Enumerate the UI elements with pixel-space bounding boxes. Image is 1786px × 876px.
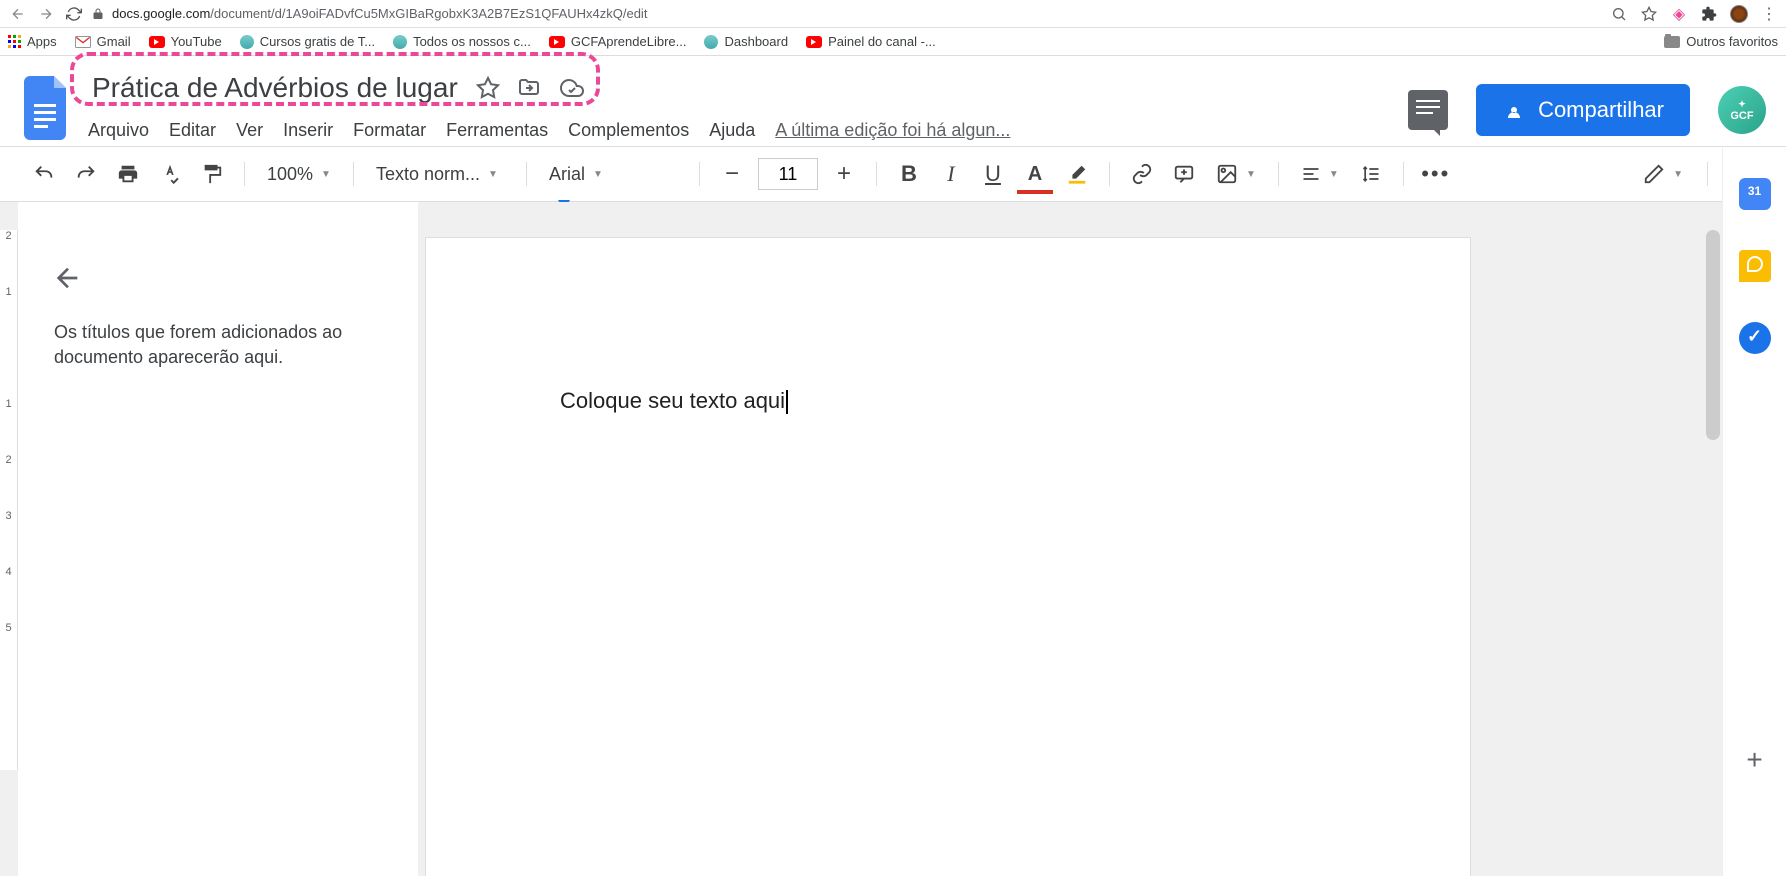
spellcheck-icon[interactable]	[154, 158, 186, 190]
youtube-icon	[549, 36, 565, 48]
docs-header: Prática de Advérbios de lugar Arquivo Ed…	[0, 56, 1786, 146]
gcf-bookmark[interactable]: GCFAprendeLibre...	[549, 34, 687, 49]
more-icon[interactable]: •••	[1420, 158, 1452, 190]
account-avatar[interactable]: ✦ GCF	[1718, 86, 1766, 134]
redo-icon[interactable]	[70, 158, 102, 190]
extension-icon[interactable]: ◈	[1670, 5, 1688, 23]
menu-formatar[interactable]: Formatar	[353, 118, 426, 143]
bold-icon[interactable]: B	[893, 158, 925, 190]
reload-icon[interactable]	[64, 4, 84, 24]
calendar-icon[interactable]	[1739, 178, 1771, 210]
print-icon[interactable]	[112, 158, 144, 190]
document-area: Os títulos que forem adicionados ao docu…	[0, 202, 1722, 876]
apps-grid-icon	[8, 35, 21, 48]
star-icon[interactable]	[1640, 5, 1658, 23]
back-icon[interactable]	[8, 4, 28, 24]
side-panel: +	[1722, 148, 1786, 876]
dashboard-bookmark[interactable]: Dashboard	[704, 34, 788, 49]
paint-format-icon[interactable]	[196, 158, 228, 190]
menu-complementos[interactable]: Complementos	[568, 118, 689, 143]
outros-favoritos-bookmark[interactable]: Outros favoritos	[1664, 34, 1778, 49]
vertical-ruler[interactable]: 2 1 1 2 3 4 5	[0, 230, 18, 770]
formatting-toolbar: 100%▼ Texto norm...▼ Arial▼ − 11 + B I U…	[0, 146, 1786, 202]
undo-icon[interactable]	[28, 158, 60, 190]
puzzle-icon[interactable]	[1700, 5, 1718, 23]
menu-arquivo[interactable]: Arquivo	[88, 118, 149, 143]
menu-inserir[interactable]: Inserir	[283, 118, 333, 143]
document-page[interactable]: Coloque seu texto aqui	[426, 238, 1470, 876]
gmail-icon	[75, 36, 91, 48]
comments-icon[interactable]	[1408, 90, 1448, 130]
lock-icon	[92, 7, 104, 21]
vertical-scrollbar[interactable]	[1706, 230, 1720, 440]
tasks-icon[interactable]	[1739, 322, 1771, 354]
share-button-label: Compartilhar	[1538, 97, 1664, 123]
editing-mode-dropdown[interactable]: ▼	[1637, 163, 1689, 185]
gmail-bookmark[interactable]: Gmail	[75, 34, 131, 49]
globe-icon	[393, 35, 407, 49]
outline-panel: Os títulos que forem adicionados ao docu…	[18, 202, 418, 876]
italic-icon[interactable]: I	[935, 158, 967, 190]
star-icon[interactable]	[476, 76, 500, 100]
last-edit-link[interactable]: A última edição foi há algun...	[775, 118, 1010, 143]
youtube-icon	[806, 36, 822, 48]
share-button[interactable]: Compartilhar	[1476, 84, 1690, 136]
forward-icon[interactable]	[36, 4, 56, 24]
profile-avatar[interactable]	[1730, 5, 1748, 23]
highlight-icon[interactable]	[1061, 158, 1093, 190]
increase-font-icon[interactable]: +	[828, 158, 860, 190]
document-body-text[interactable]: Coloque seu texto aqui	[560, 388, 788, 413]
cursos-bookmark[interactable]: Cursos gratis de T...	[240, 34, 375, 49]
style-dropdown[interactable]: Texto norm...▼	[370, 164, 510, 185]
add-addon-icon[interactable]: +	[1746, 744, 1762, 776]
globe-icon	[240, 35, 254, 49]
outline-placeholder-text: Os títulos que forem adicionados ao docu…	[54, 320, 384, 370]
menu-ferramentas[interactable]: Ferramentas	[446, 118, 548, 143]
outline-back-icon[interactable]	[48, 258, 88, 298]
painel-bookmark[interactable]: Painel do canal -...	[806, 34, 936, 49]
zoom-icon[interactable]	[1610, 5, 1628, 23]
comment-icon[interactable]	[1168, 158, 1200, 190]
cloud-saved-icon[interactable]	[558, 76, 586, 100]
keep-icon[interactable]	[1739, 250, 1771, 282]
font-dropdown[interactable]: Arial▼	[543, 164, 683, 185]
folder-icon	[1664, 36, 1680, 48]
bookmarks-bar: Apps Gmail YouTube Cursos gratis de T...…	[0, 28, 1786, 56]
line-spacing-dropdown[interactable]	[1355, 164, 1387, 184]
youtube-bookmark[interactable]: YouTube	[149, 34, 222, 49]
docs-logo-icon[interactable]	[24, 76, 72, 140]
menu-ajuda[interactable]: Ajuda	[709, 118, 755, 143]
kebab-menu-icon[interactable]: ⋮	[1760, 5, 1778, 23]
menu-editar[interactable]: Editar	[169, 118, 216, 143]
align-dropdown[interactable]: ▼	[1295, 164, 1345, 184]
youtube-icon	[149, 36, 165, 48]
apps-bookmark[interactable]: Apps	[8, 34, 57, 49]
underline-icon[interactable]: U	[977, 158, 1009, 190]
globe-icon	[704, 35, 718, 49]
decrease-font-icon[interactable]: −	[716, 158, 748, 190]
move-folder-icon[interactable]	[516, 76, 542, 100]
text-color-icon[interactable]: A	[1019, 158, 1051, 190]
link-icon[interactable]	[1126, 158, 1158, 190]
document-title-input[interactable]: Prática de Advérbios de lugar	[88, 70, 462, 106]
zoom-dropdown[interactable]: 100%▼	[261, 164, 337, 185]
todos-bookmark[interactable]: Todos os nossos c...	[393, 34, 531, 49]
font-size-input[interactable]: 11	[758, 158, 818, 190]
menu-ver[interactable]: Ver	[236, 118, 263, 143]
menu-bar: Arquivo Editar Ver Inserir Formatar Ferr…	[88, 118, 1408, 143]
url-text: docs.google.com/document/d/1A9oiFADvfCu5…	[112, 6, 647, 21]
address-bar[interactable]: docs.google.com/document/d/1A9oiFADvfCu5…	[92, 6, 1602, 21]
browser-toolbar: docs.google.com/document/d/1A9oiFADvfCu5…	[0, 0, 1786, 28]
image-dropdown[interactable]: ▼	[1210, 163, 1262, 185]
